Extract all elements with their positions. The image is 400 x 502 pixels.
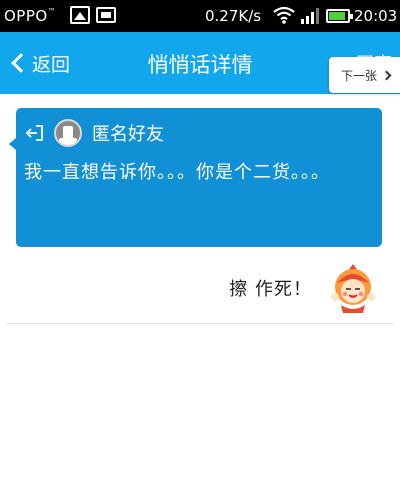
divider [6,323,394,324]
whisper-message: 我一直想告诉你。。。你是个二货。。。 [24,162,330,183]
anonymous-avatar-icon [54,119,82,147]
picture-icon [70,6,90,24]
whisper-card: 匿名好友 我一直想告诉你。。。你是个二货。。。 [9,108,382,247]
battery-icon [326,9,353,23]
wifi-icon [273,6,295,24]
next-chevron-icon [381,70,392,80]
sender-row: 匿名好友 [24,118,164,148]
status-bar: OPPO™ 0.27K/s 20:03 [0,0,400,32]
carrier-label: OPPO™ [4,7,57,25]
signal-icon [301,8,319,24]
next-card-label: 下一张 [341,68,378,83]
clock: 20:03 [354,7,398,25]
cartoon-avatar-icon[interactable] [326,261,380,315]
network-speed: 0.27K/s [205,7,262,25]
exit-icon[interactable] [24,123,48,143]
reply-text: 擦 作死！ [229,279,312,300]
sender-name: 匿名好友 [92,124,164,145]
next-card-button[interactable]: 下一张 [329,57,400,93]
reply-row: 擦 作死！ [229,261,380,315]
message-icon [96,7,116,23]
